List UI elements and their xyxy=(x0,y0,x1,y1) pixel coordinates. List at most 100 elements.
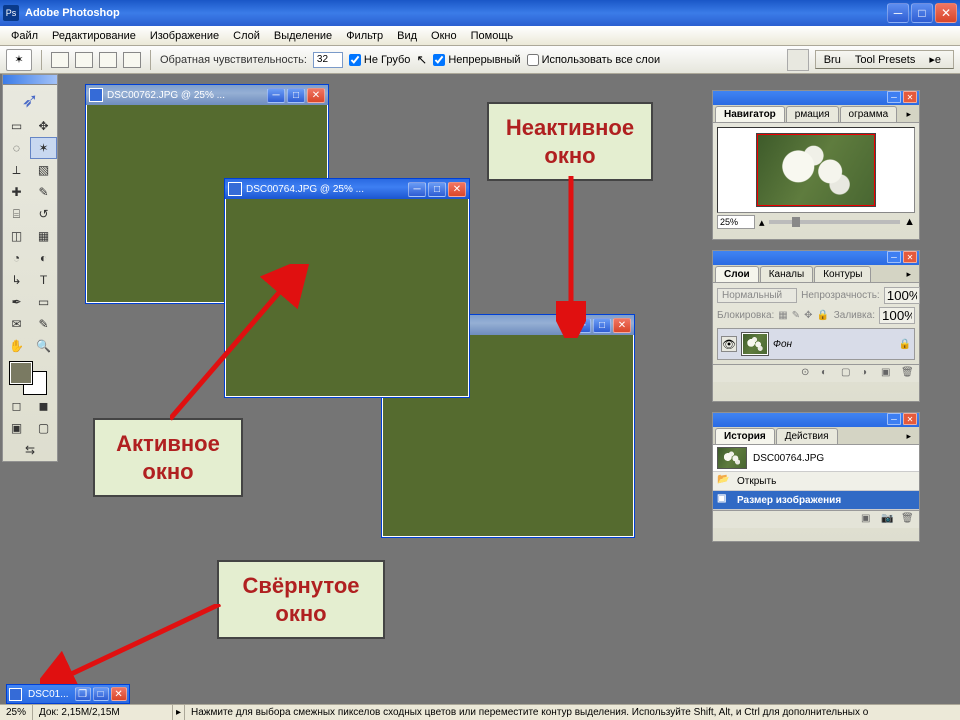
tool-notes[interactable]: ✉ xyxy=(3,313,30,335)
history-tab-actions[interactable]: Действия xyxy=(776,428,838,444)
tool-move[interactable]: ✥ xyxy=(30,115,57,137)
tool-eraser[interactable]: ◫ xyxy=(3,225,30,247)
nav-tab-info[interactable]: рмация xyxy=(786,106,839,122)
nav-zoom-input[interactable] xyxy=(717,215,755,229)
doc1-minimize-button[interactable]: ─ xyxy=(267,88,285,103)
opacity-input[interactable] xyxy=(884,287,920,304)
sensitivity-input[interactable] xyxy=(313,52,343,68)
minimize-button[interactable]: ─ xyxy=(887,3,909,23)
tool-zoom[interactable]: 🔍 xyxy=(30,335,57,357)
mindoc-maximize-button[interactable]: □ xyxy=(93,687,109,701)
history-close-button[interactable]: ✕ xyxy=(903,413,917,425)
history-snapshot-row[interactable]: DSC00764.JPG xyxy=(713,445,919,472)
nav-view-box[interactable] xyxy=(757,134,875,206)
menu-layer[interactable]: Слой xyxy=(226,28,267,44)
tool-lasso[interactable]: ◌ xyxy=(3,137,30,159)
nav-minimize-button[interactable]: ─ xyxy=(887,91,901,103)
cb-contiguous[interactable]: Непрерывный xyxy=(433,54,520,66)
layer-name[interactable]: Фон xyxy=(773,339,792,350)
tool-shape[interactable]: ▭ xyxy=(30,291,57,313)
doc2-maximize-button[interactable]: □ xyxy=(428,182,446,197)
doc2-canvas[interactable] xyxy=(226,199,468,396)
screenmode-std[interactable]: ▣ xyxy=(3,417,30,439)
tool-heal[interactable]: ✚ xyxy=(3,181,30,203)
doc1-maximize-button[interactable]: □ xyxy=(287,88,305,103)
nav-tab-histogram[interactable]: ограмма xyxy=(840,106,898,122)
nav-tab-navigator[interactable]: Навигатор xyxy=(715,106,785,122)
lock-paint-icon[interactable]: ✎ xyxy=(792,310,800,321)
doc2-titlebar[interactable]: DSC00764.JPG @ 25% ... ─ □ ✕ xyxy=(225,179,469,199)
brush-well-icon[interactable] xyxy=(787,49,809,71)
history-tab-menu-icon[interactable]: ▸ xyxy=(902,429,915,444)
selection-mode-icon-3[interactable] xyxy=(99,52,117,68)
new-doc-from-state-icon[interactable]: ▣ xyxy=(861,513,875,527)
lock-move-icon[interactable]: ✥ xyxy=(804,310,812,321)
tool-dodge[interactable]: ◐ xyxy=(30,247,57,269)
tool-eyedropper[interactable]: ✎ xyxy=(30,313,57,335)
cb-all-layers[interactable]: Использовать все слои xyxy=(527,54,661,66)
history-minimize-button[interactable]: ─ xyxy=(887,413,901,425)
fg-color-swatch[interactable] xyxy=(9,361,33,385)
toolbox-grip[interactable] xyxy=(3,75,57,85)
lock-all-icon[interactable]: 🔒 xyxy=(817,310,829,321)
menu-window[interactable]: Окно xyxy=(424,28,464,44)
nav-tab-menu-icon[interactable]: ▸ xyxy=(902,107,915,122)
status-zoom[interactable]: 25% xyxy=(0,705,33,720)
minimized-doc[interactable]: DSC01... ❐ □ ✕ xyxy=(6,684,130,704)
zoom-out-icon[interactable]: ▴ xyxy=(759,216,765,229)
snapshot-icon[interactable]: 📷 xyxy=(881,513,895,527)
screenmode-full[interactable]: ▢ xyxy=(30,417,57,439)
lock-transparency-icon[interactable]: ▦ xyxy=(778,310,787,321)
layers-tab-menu-icon[interactable]: ▸ xyxy=(902,267,915,282)
navigator-preview[interactable] xyxy=(717,127,915,213)
selection-mode-icon-4[interactable] xyxy=(123,52,141,68)
close-button[interactable]: ✕ xyxy=(935,3,957,23)
menu-filter[interactable]: Фильтр xyxy=(339,28,390,44)
nav-zoom-slider[interactable] xyxy=(769,220,901,224)
tool-preview[interactable]: ✶ xyxy=(6,49,32,71)
tool-marquee[interactable]: ▭ xyxy=(3,115,30,137)
layers-tab-layers[interactable]: Слои xyxy=(715,266,759,282)
layers-tab-channels[interactable]: Каналы xyxy=(760,266,814,282)
doc3-minimize-button[interactable]: ─ xyxy=(573,318,591,333)
tool-gradient[interactable]: ▦ xyxy=(30,225,57,247)
tool-hand[interactable]: ✋ xyxy=(3,335,30,357)
menu-edit[interactable]: Редактирование xyxy=(45,28,143,44)
menu-select[interactable]: Выделение xyxy=(267,28,339,44)
menu-help[interactable]: Помощь xyxy=(464,28,521,44)
doc3-maximize-button[interactable]: □ xyxy=(593,318,611,333)
trash-icon[interactable]: 🗑 xyxy=(901,367,915,381)
nav-panel-head[interactable]: ─ ✕ xyxy=(713,91,919,105)
layer-row-bg[interactable]: 👁 Фон 🔒 xyxy=(717,328,915,360)
tool-crop[interactable]: ⟂ xyxy=(3,159,30,181)
mindoc-restore-button[interactable]: ❐ xyxy=(75,687,91,701)
tool-type[interactable]: T xyxy=(30,269,57,291)
tool-presets-dock[interactable]: Bru Tool Presets ▸e xyxy=(815,50,954,69)
doc2-close-button[interactable]: ✕ xyxy=(448,182,466,197)
fill-input[interactable] xyxy=(879,307,915,324)
new-layer-icon[interactable]: ▣ xyxy=(881,367,895,381)
tool-quickmask-off[interactable]: ◻ xyxy=(3,395,30,417)
history-step-resize[interactable]: ▣ Размер изображения xyxy=(713,491,919,510)
visibility-icon[interactable]: 👁 xyxy=(721,336,737,352)
color-swatches[interactable] xyxy=(3,357,57,395)
history-panel-head[interactable]: ─ ✕ xyxy=(713,413,919,427)
doc2-minimize-button[interactable]: ─ xyxy=(408,182,426,197)
doc1-close-button[interactable]: ✕ xyxy=(307,88,325,103)
mask-icon[interactable]: ◐ xyxy=(821,367,835,381)
tool-path[interactable]: ↳ xyxy=(3,269,30,291)
doc1-titlebar[interactable]: DSC00762.JPG @ 25% ... ─ □ ✕ xyxy=(86,85,328,105)
adjust-icon[interactable]: ◑ xyxy=(861,367,875,381)
history-step-open[interactable]: 📂 Открыть xyxy=(713,472,919,491)
zoom-in-icon[interactable]: ▲ xyxy=(904,216,915,228)
tool-brush[interactable]: ✎ xyxy=(30,181,57,203)
jump-to-ir[interactable]: ⇆ xyxy=(3,439,57,461)
maximize-button[interactable]: □ xyxy=(911,3,933,23)
menu-image[interactable]: Изображение xyxy=(143,28,226,44)
tool-history-brush[interactable]: ↺ xyxy=(30,203,57,225)
layers-close-button[interactable]: ✕ xyxy=(903,251,917,263)
selection-mode-icon-1[interactable] xyxy=(51,52,69,68)
trash-icon[interactable]: 🗑 xyxy=(901,513,915,527)
menu-file[interactable]: Файл xyxy=(4,28,45,44)
mindoc-close-button[interactable]: ✕ xyxy=(111,687,127,701)
